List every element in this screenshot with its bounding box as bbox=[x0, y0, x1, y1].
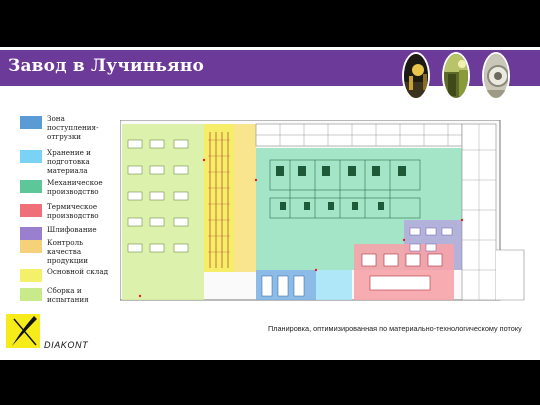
legend-swatch bbox=[20, 204, 42, 217]
legend-label: Зона поступления-отгрузки bbox=[47, 114, 99, 141]
diakont-logo: DIAKONT bbox=[6, 314, 89, 350]
annex-extension bbox=[496, 249, 525, 301]
legend-swatch bbox=[20, 150, 42, 163]
receiving-racks bbox=[261, 275, 305, 297]
legend-swatch bbox=[20, 288, 42, 301]
legend-label: Основной склад bbox=[47, 267, 109, 276]
legend-label: Хранение и подготовка материала bbox=[47, 148, 91, 175]
legend-label: Контроль качества продукции bbox=[47, 238, 89, 265]
legend-label: Механическое производство bbox=[47, 178, 103, 196]
zone-main-warehouse bbox=[204, 124, 234, 272]
zone-quality-control bbox=[234, 124, 256, 272]
factory-photo-3 bbox=[482, 52, 510, 100]
legend-swatch bbox=[20, 116, 42, 129]
zone-assembly bbox=[122, 124, 204, 300]
zone-storage bbox=[316, 270, 352, 300]
legend-label: Термическое производство bbox=[47, 202, 99, 220]
zone-heat-treatment bbox=[354, 244, 454, 300]
slide: Завод в Лучиньяно Зона поступления-отгру… bbox=[0, 0, 540, 405]
factory-photo-1 bbox=[402, 52, 430, 100]
logo-name: DIAKONT bbox=[44, 340, 89, 350]
legend-swatch bbox=[20, 227, 42, 240]
legend-swatch bbox=[20, 269, 42, 282]
legend-swatch bbox=[20, 240, 42, 253]
factory-photo-2 bbox=[442, 52, 470, 100]
slide-title: Завод в Лучиньяно bbox=[8, 56, 205, 76]
legend-swatch bbox=[20, 180, 42, 193]
legend-label: Сборка и испытания bbox=[47, 286, 89, 304]
legend-label: Шлифование bbox=[47, 225, 97, 234]
plan-caption: Планировка, оптимизированная по материал… bbox=[268, 324, 522, 333]
floor-plan bbox=[120, 120, 525, 301]
